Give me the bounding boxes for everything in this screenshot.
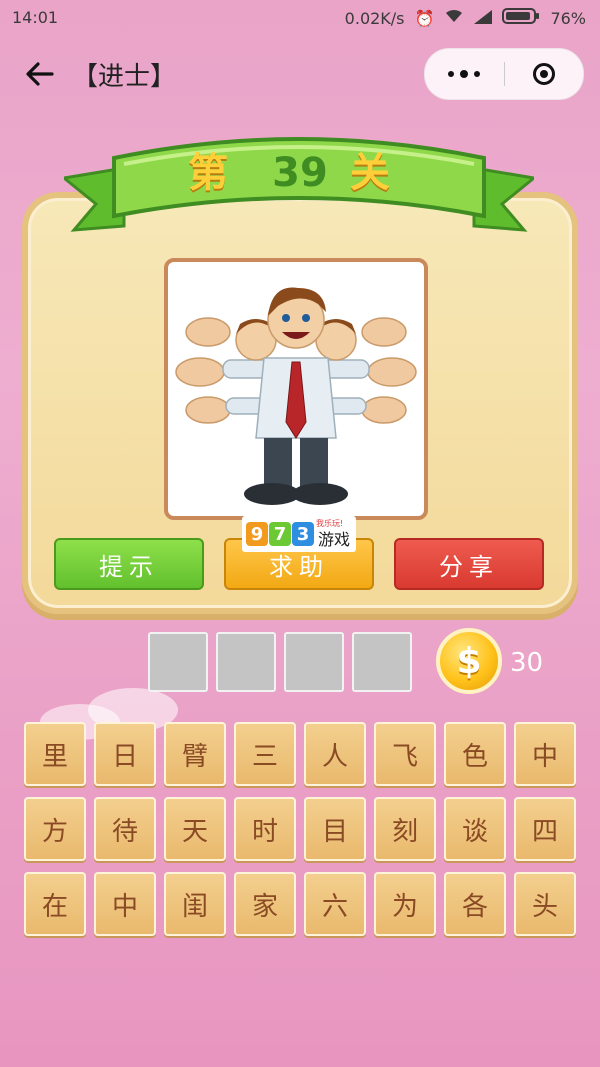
logo-text: 游戏 [318,530,351,549]
hint-button[interactable]: 提示 [54,538,204,590]
puzzle-image [164,258,428,520]
status-bar: 14:01 0.02K/s ⏰ 76% [0,0,600,36]
answer-slot[interactable] [148,632,208,692]
character-tile[interactable]: 人 [304,722,366,786]
character-tile[interactable]: 飞 [374,722,436,786]
character-tile[interactable]: 谈 [444,797,506,861]
character-tile[interactable]: 中 [514,722,576,786]
more-dots-icon [448,71,454,77]
target-icon [533,63,555,85]
answer-slot[interactable] [216,632,276,692]
character-grid: 里 日 臂 三 人 飞 色 中 方 待 天 时 目 刻 谈 四 在 中 闺 家 … [24,722,576,936]
close-miniprogram-button[interactable] [505,49,583,99]
level-prefix: 第 [188,150,251,196]
watermark-logo: 9 7 3 游戏 我乐玩! [242,516,356,552]
character-tile[interactable]: 方 [24,797,86,861]
character-tile[interactable]: 臂 [164,722,226,786]
character-tile[interactable]: 时 [234,797,296,861]
character-tile[interactable]: 色 [444,722,506,786]
more-button[interactable] [425,49,503,99]
signal-icon [474,9,493,28]
character-tile[interactable]: 目 [304,797,366,861]
battery-icon [502,8,540,28]
character-tile[interactable]: 三 [234,722,296,786]
status-time: 14:01 [12,8,59,27]
page-title: 【进士】 [72,62,177,92]
status-right: 0.02K/s ⏰ 76% [345,8,586,28]
miniprogram-capsule [424,48,584,100]
network-speed: 0.02K/s [344,8,405,28]
answer-slot[interactable] [284,632,344,692]
answer-slot[interactable] [352,632,412,692]
character-tile[interactable]: 天 [164,797,226,861]
character-tile[interactable]: 头 [514,872,576,936]
character-tile[interactable]: 中 [94,872,156,936]
share-button[interactable]: 分享 [394,538,544,590]
level-suffix: 关 [349,150,412,196]
battery-level: 76% [550,8,586,28]
character-tile[interactable]: 六 [304,872,366,936]
alarm-icon: ⏰ [414,8,435,28]
character-tile[interactable]: 日 [94,722,156,786]
wifi-icon [444,8,464,28]
coin-count: 30 [510,648,544,678]
character-tile[interactable]: 闺 [164,872,226,936]
character-tile[interactable]: 待 [94,797,156,861]
multi-armed-businessman-illustration [175,287,417,505]
character-tile[interactable]: 家 [234,872,296,936]
coin-icon: $ [436,628,502,694]
character-tile[interactable]: 四 [514,797,576,861]
answer-slots [148,632,412,692]
logo-digit: 3 [292,522,314,546]
logo-slogan: 我乐玩! [316,519,344,528]
arrow-left-icon [26,62,54,86]
nav-bar: 【进士】 [0,38,600,110]
character-tile[interactable]: 为 [374,872,436,936]
level-title: 第 39 关 [0,140,600,198]
logo-digit: 9 [246,522,268,546]
character-tile[interactable]: 各 [444,872,506,936]
character-tile[interactable]: 刻 [374,797,436,861]
logo-digit: 7 [269,522,291,546]
level-number: 39 [272,150,328,196]
character-tile[interactable]: 里 [24,722,86,786]
back-button[interactable] [22,56,58,92]
character-tile[interactable]: 在 [24,872,86,936]
